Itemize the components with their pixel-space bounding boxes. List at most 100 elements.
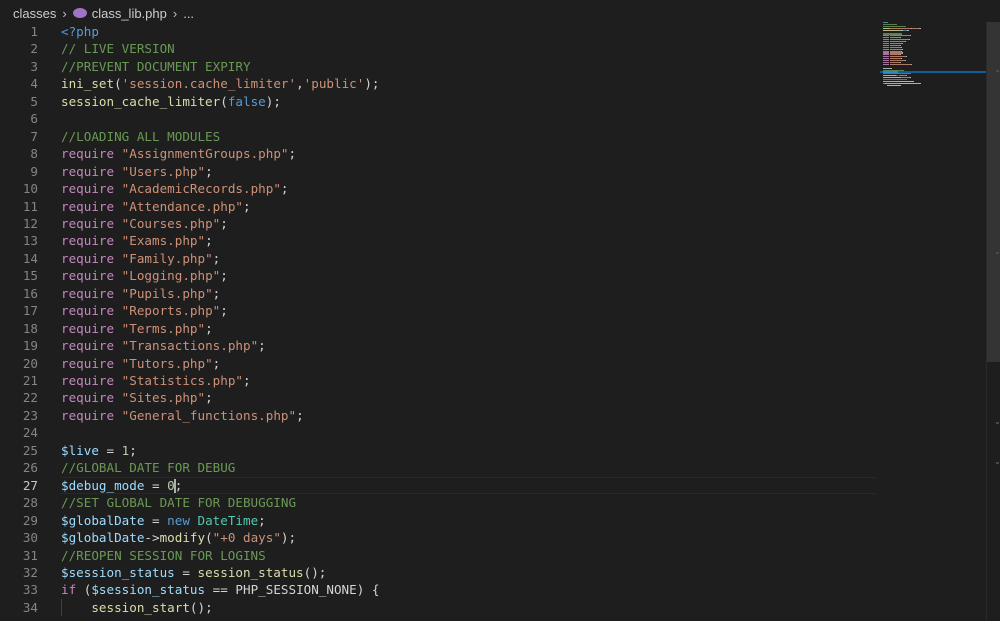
minimap[interactable] bbox=[880, 22, 986, 102]
code-token: ; bbox=[220, 303, 228, 319]
minimap-stroke bbox=[898, 84, 901, 86]
code-token: "Pupils.php" bbox=[121, 285, 213, 301]
code-line[interactable]: 26 //GLOBAL DATE FOR DEBUG bbox=[0, 459, 880, 476]
minimap-stroke bbox=[901, 42, 903, 45]
code-token: "+0 days" bbox=[212, 530, 281, 546]
code-token: ; bbox=[243, 373, 251, 388]
code-text: require "General_functions.php"; bbox=[61, 407, 304, 424]
code-text: require "Users.php"; bbox=[61, 163, 213, 180]
code-line[interactable]: 17 require "Reports.php"; bbox=[0, 302, 880, 319]
minimap-stroke bbox=[904, 41, 906, 43]
line-number: 20 bbox=[22, 355, 38, 371]
minimap-stroke bbox=[910, 63, 912, 65]
code-line[interactable]: 21 require "Statistics.php"; bbox=[0, 372, 880, 389]
code-token: require bbox=[61, 390, 115, 406]
code-token: DateTime bbox=[197, 512, 259, 528]
code-line[interactable]: 24 bbox=[0, 424, 880, 441]
code-token: = bbox=[144, 512, 168, 528]
code-token: ; bbox=[174, 477, 183, 493]
code-line[interactable]: 22 require "Sites.php"; bbox=[0, 389, 880, 406]
code-line[interactable]: 19 require "Transactions.php"; bbox=[0, 337, 880, 354]
breadcrumb-file[interactable]: class_lib.php bbox=[72, 5, 167, 21]
code-token: "Statistics.php" bbox=[121, 373, 243, 388]
code-token: session_start bbox=[91, 599, 190, 615]
code-token: ; bbox=[220, 215, 228, 231]
code-line[interactable]: 13 require "Exams.php"; bbox=[0, 232, 880, 249]
code-token: require bbox=[61, 355, 115, 371]
minimap-stroke bbox=[909, 39, 910, 41]
code-token: (); bbox=[303, 564, 327, 580]
breadcrumb-more[interactable]: ... bbox=[183, 6, 194, 21]
code-token: require bbox=[61, 250, 115, 266]
code-token: ; bbox=[280, 181, 289, 197]
code-text: require "Reports.php"; bbox=[61, 302, 228, 319]
line-number: 32 bbox=[22, 564, 38, 580]
code-line[interactable]: 25 $live = 1; bbox=[0, 442, 880, 459]
code-line[interactable]: 11 require "Attendance.php"; bbox=[0, 198, 880, 215]
code-token: session_cache_limiter bbox=[61, 93, 221, 109]
code-token: "Tutors.php" bbox=[121, 355, 213, 371]
code-token: -> bbox=[144, 530, 160, 546]
code-token: "AssignmentGroups.php" bbox=[121, 146, 289, 162]
code-line[interactable]: 10 require "AcademicRecords.php"; bbox=[0, 180, 880, 197]
code-line[interactable]: 28 //SET GLOBAL DATE FOR DEBUGGING bbox=[0, 494, 880, 511]
code-line[interactable]: 27 $debug_mode = 0; bbox=[0, 476, 880, 495]
code-token: ini_set bbox=[61, 76, 115, 92]
code-line[interactable]: 3 //PREVENT DOCUMENT EXPIRY bbox=[0, 58, 880, 75]
code-text: if ($session_status == PHP_SESSION_NONE)… bbox=[61, 581, 379, 598]
code-line[interactable]: 1 <?php bbox=[0, 23, 880, 40]
code-line[interactable]: 33 if ($session_status == PHP_SESSION_NON… bbox=[0, 581, 880, 598]
code-line[interactable]: 32 $session_status = session_status(); bbox=[0, 564, 880, 581]
line-number: 25 bbox=[22, 442, 38, 458]
code-line[interactable]: 29 $globalDate = new DateTime; bbox=[0, 512, 880, 529]
code-line[interactable]: 4 ini_set('session.cache_limiter','public… bbox=[0, 75, 880, 92]
code-line[interactable]: 30 $globalDate->modify("+0 days"); bbox=[0, 529, 880, 546]
code-line[interactable]: 15 require "Logging.php"; bbox=[0, 267, 880, 284]
code-line[interactable]: 9 require "Users.php"; bbox=[0, 163, 880, 180]
code-token: "Family.php" bbox=[121, 250, 213, 266]
code-line[interactable]: 31 //REOPEN SESSION FOR LOGINS bbox=[0, 547, 880, 564]
code-line[interactable]: 23 require "General_functions.php"; bbox=[0, 407, 880, 424]
code-text: <?php bbox=[61, 23, 99, 40]
code-line[interactable]: 18 require "Terms.php"; bbox=[0, 320, 880, 337]
line-number: 7 bbox=[30, 128, 38, 144]
breadcrumb-file-label: class_lib.php bbox=[91, 5, 167, 21]
code-text: session_cache_limiter(false); bbox=[61, 93, 281, 110]
code-editor[interactable]: 1 <?php 2 // LIVE VERSION 3 //PREVENT DOCUMEN… bbox=[0, 23, 880, 621]
scrollbar-thumb[interactable] bbox=[987, 22, 1000, 362]
breadcrumb-folder[interactable]: classes bbox=[13, 6, 56, 21]
vertical-scrollbar[interactable] bbox=[986, 22, 1000, 621]
code-token: "Attendance.php" bbox=[121, 198, 243, 214]
code-token: <?php bbox=[61, 24, 99, 39]
code-line[interactable]: 34 session_start(); bbox=[0, 598, 880, 617]
code-token: "Exams.php" bbox=[121, 233, 206, 249]
line-number: 12 bbox=[22, 215, 38, 231]
line-number: 14 bbox=[22, 250, 38, 266]
code-line[interactable]: 2 // LIVE VERSION bbox=[0, 40, 880, 57]
code-token: "Terms.php" bbox=[121, 320, 206, 336]
code-line[interactable]: 7 //LOADING ALL MODULES bbox=[0, 128, 880, 145]
line-number: 18 bbox=[22, 320, 38, 336]
line-number: 29 bbox=[22, 512, 38, 528]
code-token: ; bbox=[212, 285, 221, 301]
code-token: $session_status bbox=[91, 582, 206, 598]
code-line[interactable]: 6 bbox=[0, 110, 880, 127]
line-number: 3 bbox=[30, 58, 38, 74]
code-token: "Reports.php" bbox=[121, 303, 221, 319]
code-line[interactable]: 20 require "Tutors.php"; bbox=[0, 355, 880, 372]
code-token: ( bbox=[205, 530, 213, 546]
code-text: require "Exams.php"; bbox=[61, 232, 213, 249]
code-line[interactable]: 12 require "Courses.php"; bbox=[0, 215, 880, 232]
code-line[interactable]: 8 require "AssignmentGroups.php"; bbox=[0, 145, 880, 162]
code-line[interactable]: 14 require "Family.php"; bbox=[0, 250, 880, 267]
code-line[interactable]: 16 require "Pupils.php"; bbox=[0, 285, 880, 302]
code-text: $globalDate = new DateTime; bbox=[61, 512, 266, 529]
code-token: //GLOBAL DATE FOR DEBUG bbox=[61, 460, 236, 476]
code-line[interactable]: 5 session_cache_limiter(false); bbox=[0, 93, 880, 110]
line-number: 30 bbox=[22, 530, 38, 546]
code-token: "Courses.php" bbox=[121, 215, 221, 231]
line-number: 19 bbox=[22, 338, 38, 354]
